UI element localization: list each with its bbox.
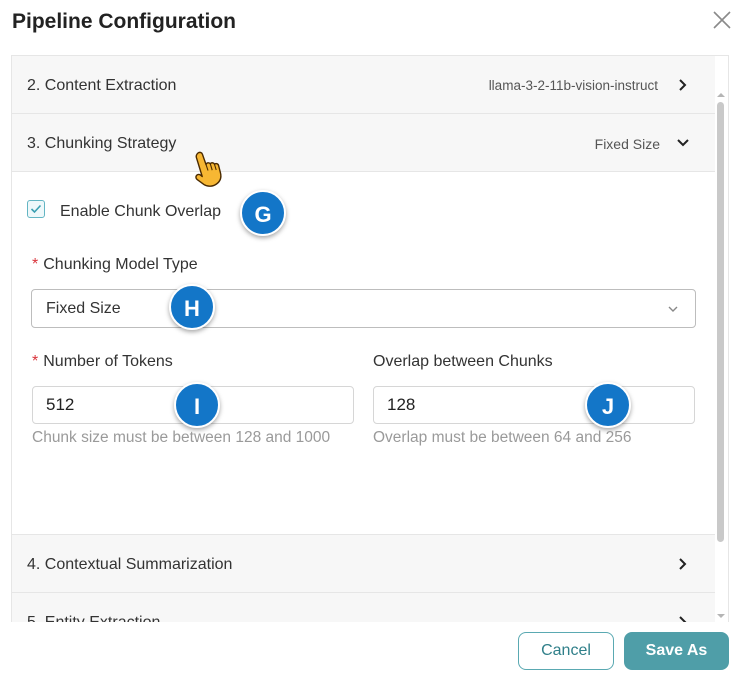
section-content-extraction[interactable]: 2. Content Extraction llama-3-2-11b-visi… bbox=[12, 56, 715, 114]
chevron-down-icon bbox=[668, 306, 678, 312]
section-summary: llama-3-2-11b-vision-instruct bbox=[488, 78, 658, 93]
accordion-panel: 2. Content Extraction llama-3-2-11b-visi… bbox=[11, 55, 729, 622]
model-type-label: * Chunking Model Type bbox=[32, 256, 198, 274]
cancel-button[interactable]: Cancel bbox=[518, 632, 614, 670]
checkmark-icon bbox=[30, 204, 42, 214]
section-title: 3. Chunking Strategy bbox=[27, 135, 177, 152]
close-button[interactable] bbox=[708, 6, 736, 34]
section-title: 4. Contextual Summarization bbox=[27, 556, 233, 573]
scroll-down-icon[interactable] bbox=[716, 612, 726, 620]
model-type-label-text: Chunking Model Type bbox=[43, 256, 198, 273]
dialog-title: Pipeline Configuration bbox=[12, 10, 236, 33]
scrollbar-thumb[interactable] bbox=[717, 102, 724, 542]
required-marker: * bbox=[32, 256, 39, 273]
chevron-right-icon bbox=[679, 558, 687, 570]
annotation-badge-j: J bbox=[585, 382, 631, 428]
annotation-badge-g: G bbox=[240, 190, 286, 236]
overlap-help-text: Overlap must be between 64 and 256 bbox=[373, 429, 632, 446]
chevron-right-icon bbox=[679, 79, 687, 91]
section-chunking-strategy[interactable]: 3. Chunking Strategy Fixed Size bbox=[12, 114, 715, 172]
section-entity-extraction[interactable]: 5. Entity Extraction bbox=[12, 593, 715, 622]
hand-pointer-icon bbox=[195, 151, 222, 187]
annotation-badge-i: I bbox=[174, 382, 220, 428]
model-type-select[interactable]: Fixed Size bbox=[31, 289, 696, 328]
scroll-up-icon[interactable] bbox=[716, 91, 726, 99]
chevron-down-icon bbox=[677, 139, 689, 147]
enable-overlap-label: Enable Chunk Overlap bbox=[60, 203, 221, 220]
close-icon bbox=[713, 11, 731, 29]
model-type-value: Fixed Size bbox=[46, 300, 121, 317]
section-contextual-summarization[interactable]: 4. Contextual Summarization bbox=[12, 535, 715, 593]
tokens-label-text: Number of Tokens bbox=[43, 353, 173, 370]
required-marker: * bbox=[32, 353, 39, 370]
tokens-label: * Number of Tokens bbox=[32, 353, 173, 371]
tokens-help-text: Chunk size must be between 128 and 1000 bbox=[32, 429, 331, 446]
annotation-badge-h: H bbox=[169, 284, 215, 330]
overlap-label: Overlap between Chunks bbox=[373, 353, 553, 370]
section-title: 2. Content Extraction bbox=[27, 77, 177, 94]
overlap-input[interactable] bbox=[373, 386, 695, 424]
chevron-right-icon bbox=[679, 616, 687, 622]
section-title: 5. Entity Extraction bbox=[27, 614, 160, 622]
section-summary: Fixed Size bbox=[594, 136, 660, 152]
save-as-button[interactable]: Save As bbox=[624, 632, 729, 670]
chunking-strategy-body: Enable Chunk Overlap G * Chunking Model T… bbox=[12, 173, 715, 535]
enable-overlap-checkbox[interactable] bbox=[27, 200, 45, 218]
